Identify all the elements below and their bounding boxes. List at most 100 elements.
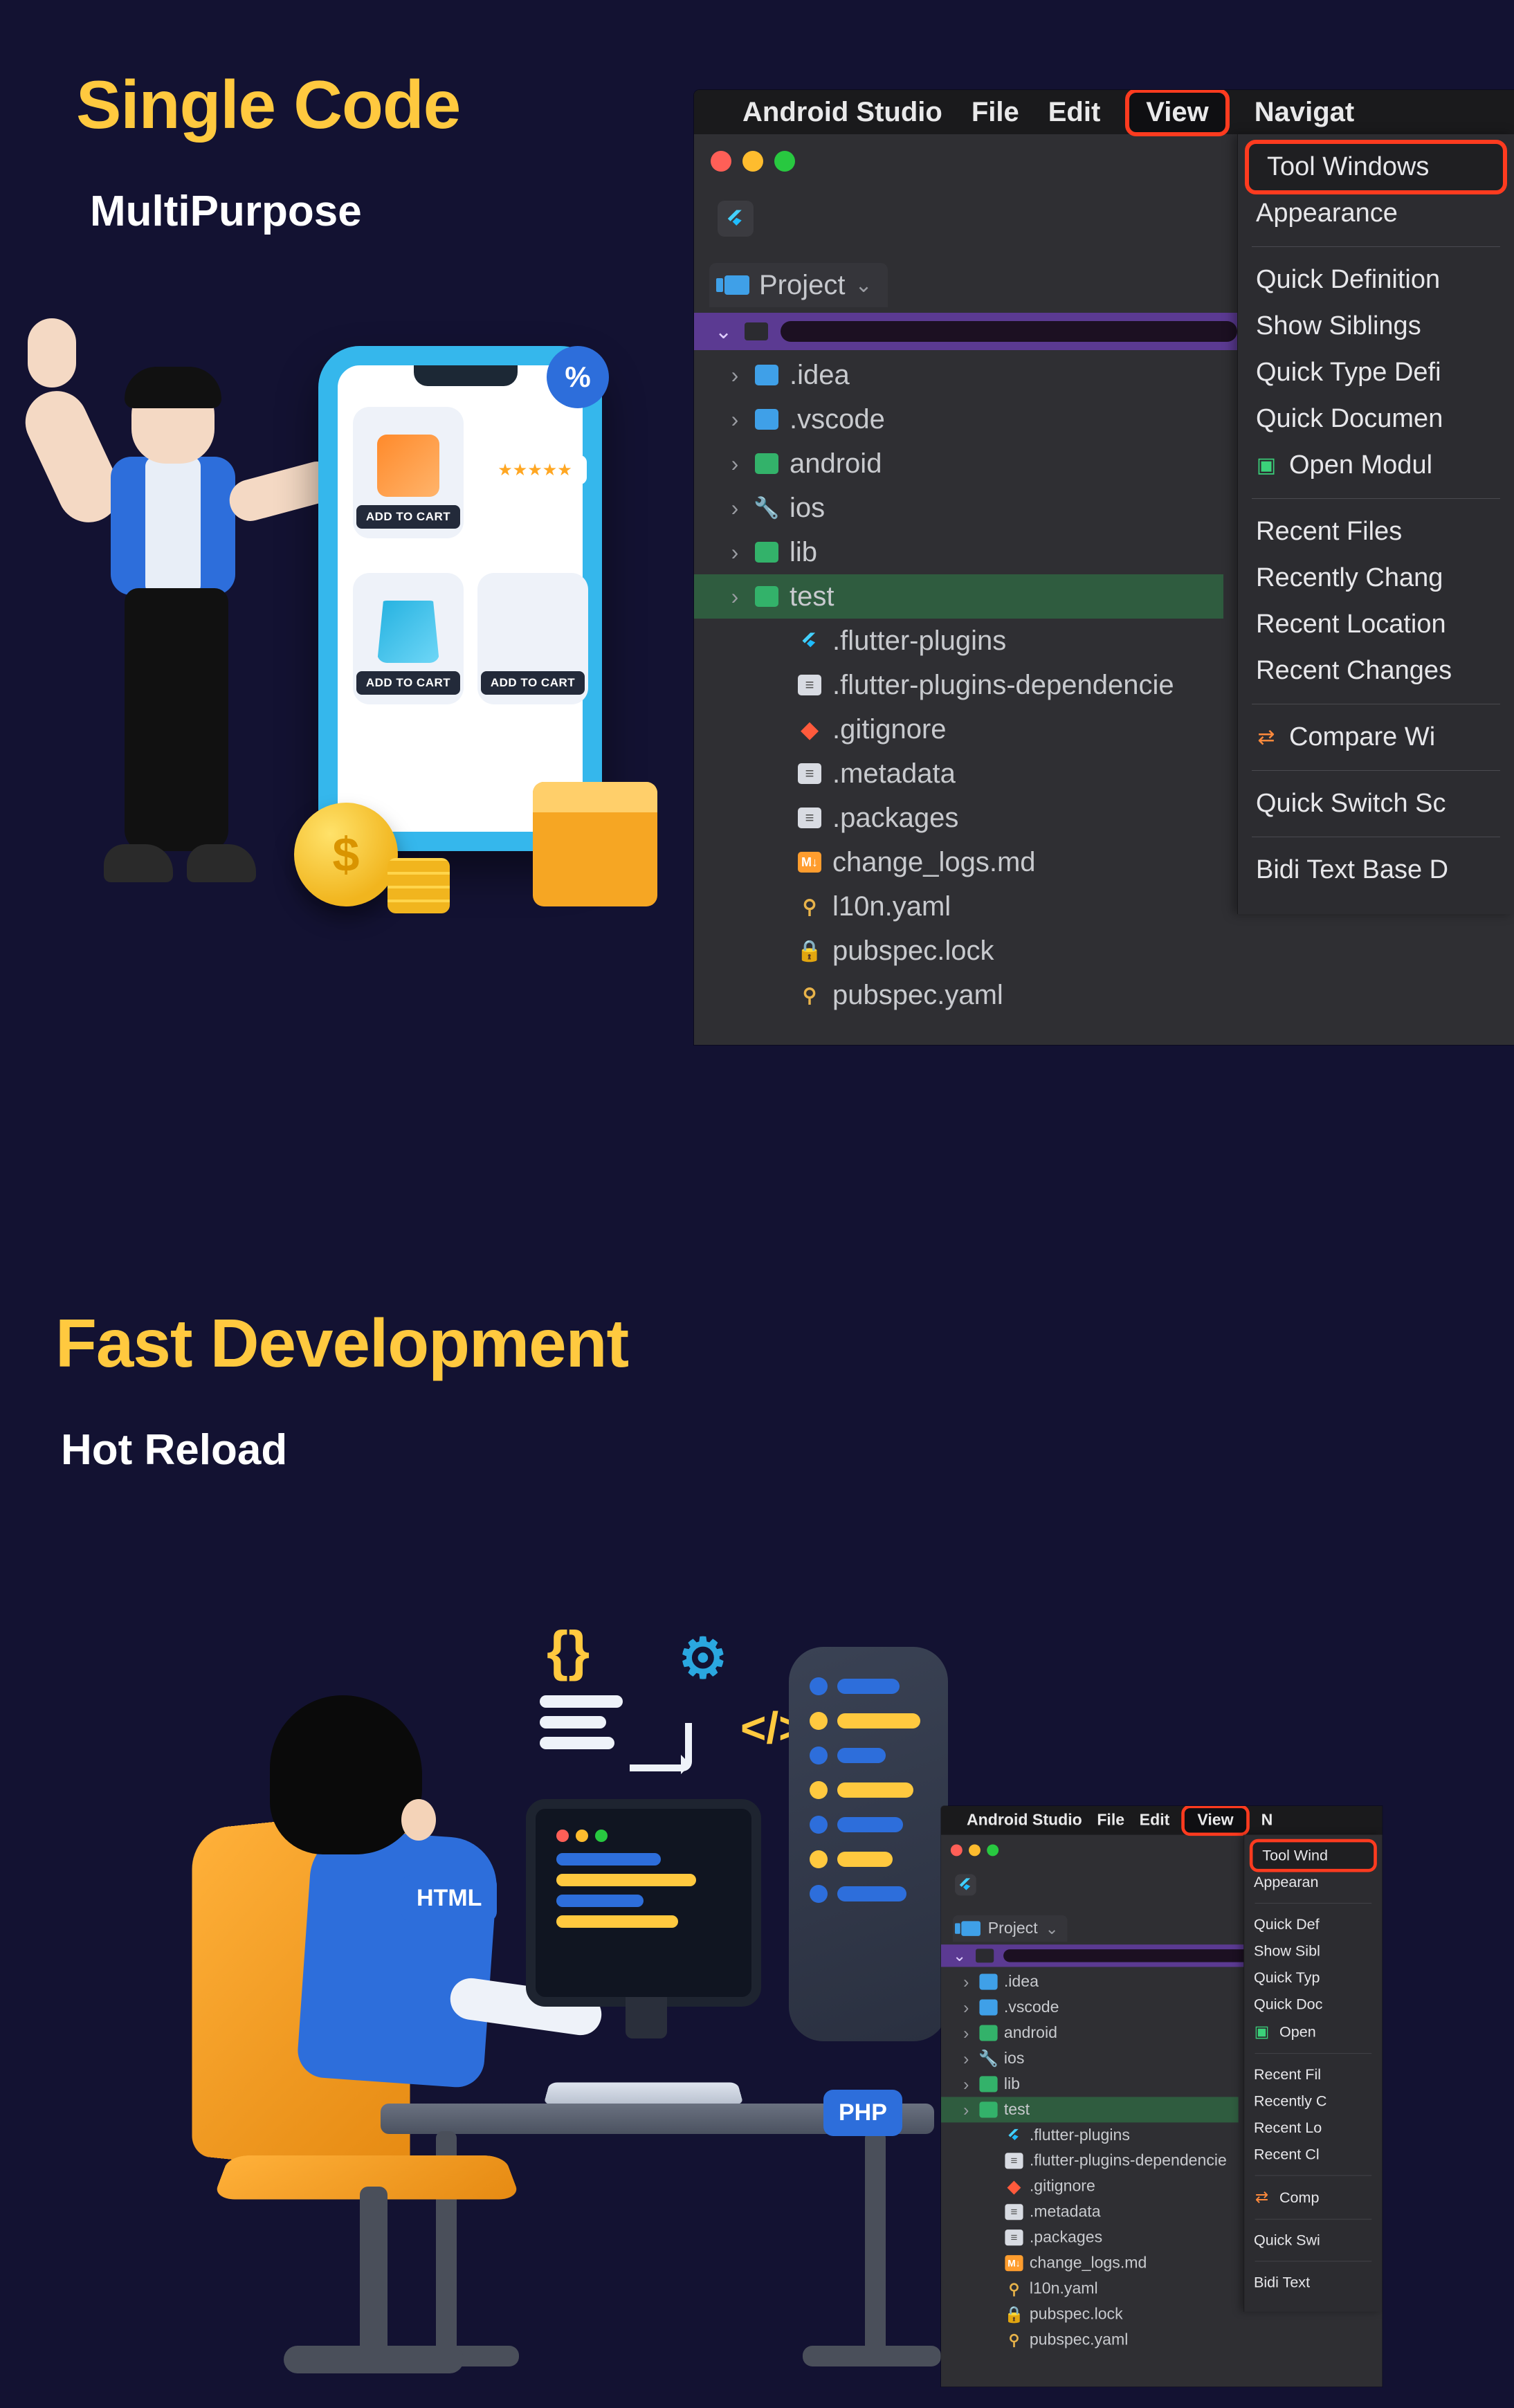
developer-body <box>296 1827 500 2089</box>
file-tree: ›.idea›.vscode › android ›🔧ios›lib›test.flu… <box>694 353 1223 1045</box>
folder-row[interactable]: ›.idea <box>941 1969 1239 1995</box>
maximize-button[interactable] <box>774 151 795 172</box>
folder-row[interactable]: ›lib <box>694 530 1223 574</box>
menu-view[interactable]: View <box>1185 1808 1246 1832</box>
flutter-icon[interactable] <box>955 1875 976 1896</box>
tree-item-label: .metadata <box>832 758 956 790</box>
view-menu-item[interactable]: ⇄Comp <box>1244 2183 1382 2211</box>
window-controls <box>951 1844 998 1856</box>
view-menu-item[interactable]: ▣Open Modul <box>1238 442 1514 489</box>
compare-icon: ⇄ <box>1254 2188 1270 2207</box>
project-tab[interactable]: Project ⌄ <box>709 263 888 307</box>
file-row[interactable]: 🔒pubspec.lock <box>941 2301 1239 2327</box>
menu-item-label: Quick Definition <box>1256 265 1440 295</box>
view-menu-item[interactable]: Recent Files <box>1238 509 1514 555</box>
file-row[interactable]: ≡.flutter-plugins-dependencie <box>694 663 1223 707</box>
folder-row[interactable]: ›android <box>941 2021 1239 2046</box>
menu-file[interactable]: File <box>972 97 1019 128</box>
folder-icon <box>724 275 749 295</box>
file-row[interactable]: .flutter-plugins <box>694 619 1223 663</box>
yaml-icon: ⚲ <box>1005 2281 1023 2297</box>
title-single-code: Single Code <box>76 66 460 144</box>
menu-separator <box>1255 2261 1372 2262</box>
view-menu-item[interactable]: Appearance <box>1238 190 1514 237</box>
minimize-button[interactable] <box>742 151 763 172</box>
menu-navigate[interactable]: Navigat <box>1255 97 1355 128</box>
menu-edit[interactable]: Edit <box>1140 1812 1170 1830</box>
view-menu-item[interactable]: Tool Windows <box>1249 144 1503 190</box>
add-to-cart-button[interactable]: ADD TO CART <box>356 671 460 695</box>
file-row[interactable]: ⚲pubspec.yaml <box>941 2327 1239 2353</box>
html-tag: HTML <box>401 1875 497 1922</box>
chevron-down-icon: ⌄ <box>855 273 873 298</box>
file-row[interactable]: ≡.flutter-plugins-dependencie <box>941 2148 1239 2173</box>
module-icon: ▣ <box>1256 453 1277 477</box>
view-menu-item[interactable]: ▣Open <box>1244 2018 1382 2046</box>
folder-icon <box>979 2025 997 2041</box>
view-menu-item[interactable]: Quick Switch Sc <box>1238 781 1514 827</box>
menu-navigate[interactable]: N <box>1261 1812 1273 1830</box>
chevron-right-icon: › <box>726 451 744 477</box>
folder-row[interactable]: ›lib <box>941 2071 1239 2097</box>
maximize-button[interactable] <box>987 1844 998 1856</box>
view-menu-item[interactable]: Recent Changes <box>1238 648 1514 694</box>
file-row[interactable]: ⚲pubspec.yaml <box>694 973 1223 1017</box>
folder-row[interactable]: › .vscode <box>941 1995 1239 2021</box>
view-menu-item[interactable]: Appearan <box>1244 1869 1382 1896</box>
view-menu-item[interactable]: Recently C <box>1244 2088 1382 2115</box>
folder-row[interactable]: ›🔧ios <box>694 486 1223 530</box>
file-row[interactable]: ≡.packages <box>941 2225 1239 2250</box>
file-row[interactable]: ⚲l10n.yaml <box>941 2276 1239 2301</box>
file-row[interactable]: ≡.packages <box>694 796 1223 840</box>
folder-row[interactable]: › android <box>694 441 1223 486</box>
menu-separator <box>1255 2053 1372 2054</box>
minimize-button[interactable] <box>969 1844 981 1856</box>
file-row[interactable]: M↓change_logs.md <box>941 2250 1239 2276</box>
file-row[interactable]: ◆.gitignore <box>941 2173 1239 2199</box>
view-menu-item[interactable]: Quick Documen <box>1238 396 1514 442</box>
view-menu-item[interactable]: Quick Typ <box>1244 1964 1382 1991</box>
view-menu-item[interactable]: Tool Wind <box>1252 1842 1374 1869</box>
view-menu-item[interactable]: Bidi Text <box>1244 2269 1382 2296</box>
menu-edit[interactable]: Edit <box>1048 97 1101 128</box>
file-row[interactable]: ⚲l10n.yaml <box>694 884 1223 929</box>
menu-view[interactable]: View <box>1129 93 1225 132</box>
file-row[interactable]: 🔒pubspec.lock <box>694 929 1223 973</box>
folder-row[interactable]: ›test <box>694 574 1223 619</box>
view-menu-item[interactable]: Recent Lo <box>1244 2115 1382 2142</box>
folder-row[interactable]: ›.vscode <box>694 397 1223 441</box>
view-menu-item[interactable]: Bidi Text Base D <box>1238 847 1514 893</box>
tree-item-label: .vscode <box>1004 1998 1059 2016</box>
view-menu-item[interactable]: Quick Type Defi <box>1238 349 1514 396</box>
folder-row[interactable]: ›🔧ios <box>941 2046 1239 2072</box>
folder-icon <box>979 2101 997 2117</box>
view-menu-item[interactable]: Quick Swi <box>1244 2227 1382 2254</box>
subtitle-hot-reload: Hot Reload <box>61 1425 287 1475</box>
folder-row[interactable]: ›test <box>941 2097 1239 2122</box>
view-menu-item[interactable]: Recent Location <box>1238 601 1514 648</box>
chevron-right-icon: › <box>959 1998 973 2017</box>
view-menu-item[interactable]: Recent Cl <box>1244 2141 1382 2168</box>
file-row[interactable]: .flutter-plugins <box>941 2122 1239 2148</box>
file-row[interactable]: ≡.metadata <box>941 2199 1239 2225</box>
view-menu-item[interactable]: Show Siblings <box>1238 303 1514 349</box>
folder-row[interactable]: ›.idea <box>694 353 1223 397</box>
view-menu-item[interactable]: Show Sibl <box>1244 1937 1382 1964</box>
file-row[interactable]: M↓change_logs.md <box>694 840 1223 884</box>
view-menu-item[interactable]: Quick Doc <box>1244 1991 1382 2018</box>
close-button[interactable] <box>711 151 731 172</box>
project-tab[interactable]: Project ⌄ <box>953 1915 1067 1942</box>
add-to-cart-button[interactable]: ADD TO CART <box>356 505 460 529</box>
view-menu-item[interactable]: ⇄Compare Wi <box>1238 714 1514 760</box>
menu-file[interactable]: File <box>1097 1812 1124 1830</box>
add-to-cart-button[interactable]: ADD TO CART <box>481 671 585 695</box>
tree-item-label: android <box>790 448 882 480</box>
view-menu-item[interactable]: Recent Fil <box>1244 2061 1382 2088</box>
flutter-icon[interactable] <box>718 201 754 237</box>
close-button[interactable] <box>951 1844 963 1856</box>
file-row[interactable]: ≡.metadata <box>694 751 1223 796</box>
view-menu-item[interactable]: Quick Definition <box>1238 257 1514 303</box>
view-menu-item[interactable]: Quick Def <box>1244 1911 1382 1938</box>
file-row[interactable]: ◆.gitignore <box>694 707 1223 751</box>
view-menu-item[interactable]: Recently Chang <box>1238 555 1514 601</box>
